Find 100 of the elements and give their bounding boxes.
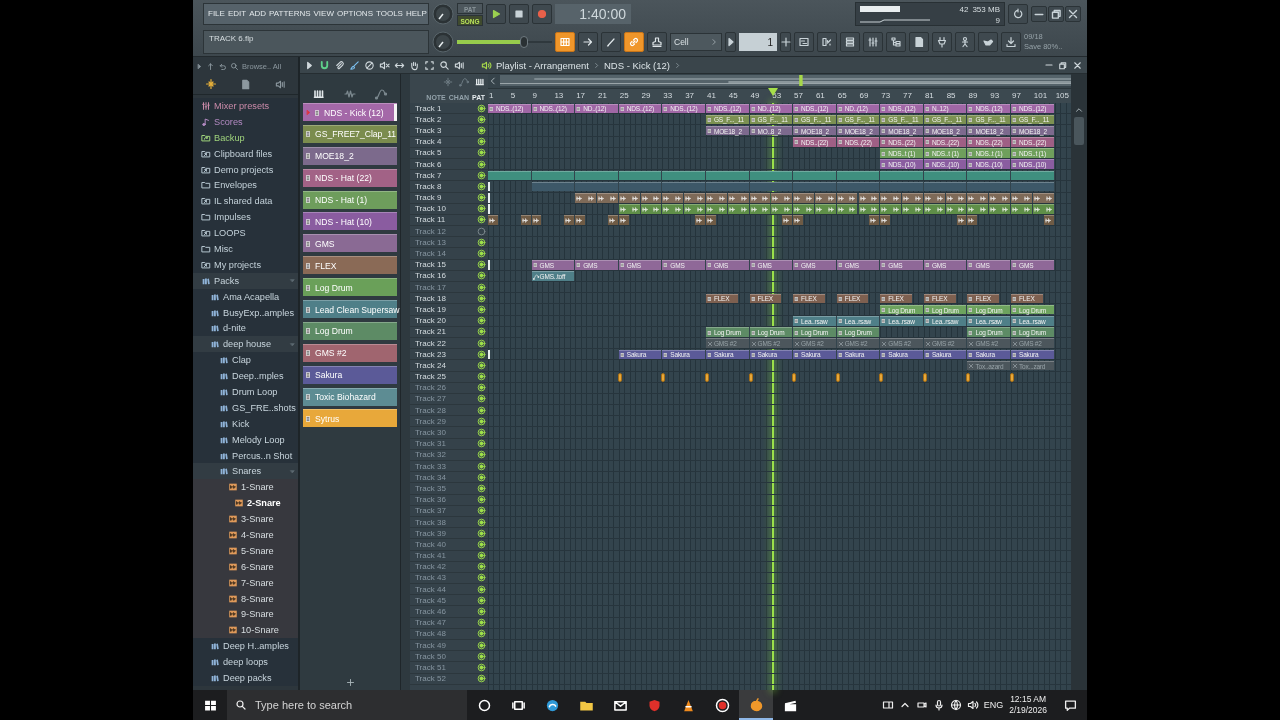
track-name[interactable]: Track 9 [415, 193, 442, 203]
track-name[interactable]: Track 45 [415, 595, 446, 605]
track-name[interactable]: Track 8 [415, 181, 442, 191]
track-name[interactable]: Track 46 [415, 607, 446, 617]
track-name[interactable]: Track 7 [415, 170, 442, 180]
track-name[interactable]: Track 1 [415, 103, 442, 113]
track-name[interactable]: Track 47 [415, 618, 446, 628]
browser-item[interactable]: Deep H..amples [193, 638, 298, 655]
track-name[interactable]: Track 26 [415, 383, 446, 393]
track-name[interactable]: Track 3 [415, 125, 442, 135]
track-name[interactable]: Track 31 [415, 439, 446, 449]
track-name[interactable]: Track 48 [415, 629, 446, 639]
channel-button[interactable]: NDS - Hat (10) [303, 212, 397, 231]
menu-item[interactable]: VIEW [313, 10, 334, 18]
track-name[interactable]: Track 16 [415, 271, 446, 281]
track-name[interactable]: Track 51 [415, 662, 446, 672]
browser-item[interactable]: 1-Snare [193, 479, 298, 496]
track-name[interactable]: Track 36 [415, 495, 446, 505]
track-name[interactable]: Track 4 [415, 137, 442, 147]
channel-button[interactable]: Log Drum [303, 278, 397, 297]
track-name[interactable]: Track 21 [415, 327, 446, 337]
browser-item[interactable]: LOOPS [193, 225, 298, 241]
track-name[interactable]: Track 41 [415, 551, 446, 561]
language-indicator[interactable]: ENG [983, 700, 1004, 710]
channel-button[interactable]: GMS #2 [303, 343, 397, 362]
track-name[interactable]: Track 29 [415, 416, 446, 426]
track-name[interactable]: Track 14 [415, 249, 446, 259]
track-name[interactable]: Track 50 [415, 651, 446, 661]
channel-button[interactable]: Sakura [303, 365, 397, 384]
channel-button[interactable]: Toxic Biohazard [303, 387, 397, 406]
track-name[interactable]: Track 37 [415, 506, 446, 516]
track-name[interactable]: Track 33 [415, 461, 446, 471]
browser-item[interactable]: deep house [193, 336, 298, 353]
menu-item[interactable]: PATTERNS [269, 10, 311, 18]
track-name[interactable]: Track 20 [415, 316, 446, 326]
track-name[interactable]: Track 30 [415, 428, 446, 438]
track-name[interactable]: Track 17 [415, 282, 446, 292]
browser-item[interactable]: Envelopes [193, 177, 298, 194]
channel-button[interactable]: NDS - Hat (22) [303, 168, 397, 187]
track-name[interactable]: Track 23 [415, 349, 446, 359]
track-name[interactable]: Track 32 [415, 450, 446, 460]
track-name[interactable]: Track 5 [415, 148, 442, 158]
browser-item[interactable]: 3-Snare [193, 511, 298, 528]
track-name[interactable]: Track 22 [415, 338, 446, 348]
track-name[interactable]: Track 42 [415, 562, 446, 572]
channel-button[interactable]: FLEX [303, 256, 397, 275]
track-name[interactable]: Track 39 [415, 528, 446, 538]
channel-button[interactable]: GS_FREE7_Clap_11 [303, 124, 397, 143]
menu-item[interactable]: FILE [208, 10, 225, 18]
menu-item[interactable]: OPTIONS [336, 10, 373, 18]
browser-item[interactable]: 4-Snare [193, 527, 298, 543]
track-name[interactable]: Track 24 [415, 360, 446, 370]
track-name[interactable]: Track 52 [415, 674, 446, 684]
track-name[interactable]: Track 28 [415, 405, 446, 415]
browser-item[interactable]: deep loops [193, 654, 298, 671]
browser-item[interactable]: Deep..mples [193, 368, 298, 385]
track-name[interactable]: Track 38 [415, 517, 446, 527]
menu-item[interactable]: HELP [405, 10, 427, 18]
browser-item[interactable]: 2-Snare [193, 495, 298, 512]
track-name[interactable]: Track 10 [415, 204, 446, 214]
browser-item[interactable]: IL shared data [193, 193, 298, 210]
track-name[interactable]: Track 12 [415, 226, 446, 236]
track-name[interactable]: Track 34 [415, 472, 446, 482]
browser-item[interactable]: d-nite [193, 320, 298, 337]
track-name[interactable]: Track 25 [415, 372, 446, 382]
channel-button[interactable]: NDS - Hat (1) [303, 190, 397, 209]
track-name[interactable]: Track 11 [415, 215, 446, 225]
browser-item[interactable]: 10-Snare [193, 622, 298, 639]
search-field[interactable]: Type here to search [227, 690, 467, 720]
menu-item[interactable]: ADD [249, 10, 267, 18]
track-name[interactable]: Track 18 [415, 293, 446, 303]
browser-item[interactable]: Impulses [193, 209, 298, 226]
browser-item[interactable]: Drum Loop [193, 384, 298, 400]
track-name[interactable]: Track 43 [415, 573, 446, 583]
track-name[interactable]: Track 40 [415, 539, 446, 549]
pattern-selector[interactable]: 1 [739, 33, 777, 51]
menu-item[interactable]: EDIT [227, 10, 247, 18]
browser-item[interactable]: Misc [193, 241, 298, 257]
clock[interactable]: 12:15 AM 2/19/2026 [1003, 694, 1053, 716]
channel-button[interactable]: MOE18_2 [303, 146, 397, 165]
menu-item[interactable]: TOOLS [376, 10, 403, 18]
browser-item[interactable]: Snares [193, 463, 298, 480]
track-name[interactable]: Track 27 [415, 394, 446, 404]
track-name[interactable]: Track 2 [415, 114, 442, 124]
track-name[interactable]: Track 44 [415, 584, 446, 594]
track-name[interactable]: Track 6 [415, 159, 442, 169]
track-name[interactable]: Track 49 [415, 640, 446, 650]
track-name[interactable]: Track 35 [415, 483, 446, 493]
channel-button[interactable]: Log Drum [303, 321, 397, 340]
track-name[interactable]: Track 19 [415, 304, 446, 314]
snap-dropdown[interactable]: Cell [670, 33, 722, 51]
browser-item[interactable]: Clap [193, 352, 298, 369]
channel-button[interactable]: GMS [303, 234, 397, 253]
bar-number: 49 [750, 90, 760, 100]
channel-button[interactable]: NDS - Kick (12) [303, 103, 397, 121]
browser-item[interactable]: Mixer presets [193, 98, 298, 114]
track-name[interactable]: Track 15 [415, 260, 446, 270]
browser-item[interactable]: Deep packs [193, 670, 298, 686]
track-name[interactable]: Track 13 [415, 237, 446, 247]
pattern-name[interactable]: NDS - Kick (12) [603, 59, 670, 71]
